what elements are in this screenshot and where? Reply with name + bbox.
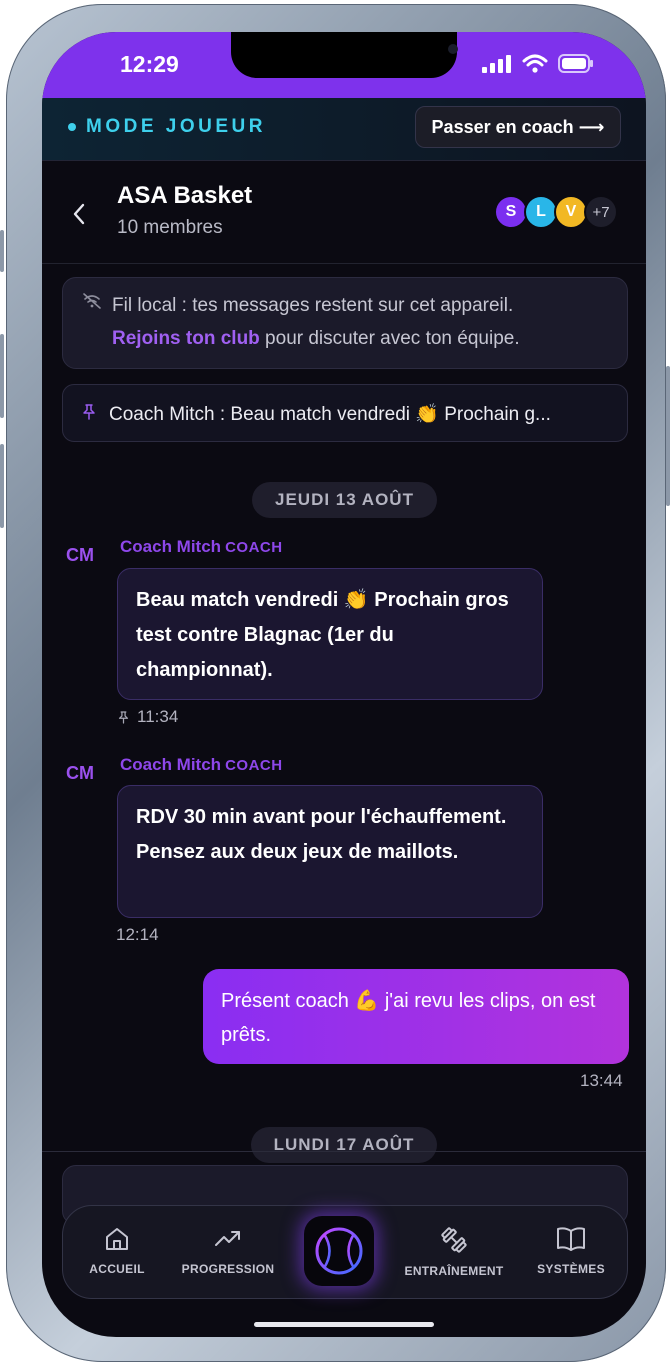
mode-indicator-dot [68,123,76,131]
member-avatars[interactable]: S L V +7 [494,195,618,229]
volume-down-button [0,444,4,528]
sender-name-text: Coach Mitch [120,755,222,774]
sender-initials: CM [66,763,94,783]
volume-up-button [0,334,4,418]
mode-label: MODE JOUEUR [86,116,266,137]
home-icon [106,1228,128,1250]
message-bubble[interactable]: Beau match vendredi 👏 Prochain gros test… [117,568,543,700]
wifi-off-icon [83,293,101,309]
tab-label: ENTRAÎNEMENT [404,1264,504,1278]
tab-entrainement[interactable]: ENTRAÎNEMENT [399,1225,509,1278]
notice-text-line2: Rejoins ton club pour discuter avec ton … [112,328,520,350]
pin-icon [118,710,129,724]
avatar: S [494,195,528,229]
pin-icon [83,404,95,420]
notice-text: Fil local : tes messages restent sur cet… [112,295,514,316]
sender-name: Coach Mitch COACH [120,755,283,775]
center-action-button[interactable] [304,1216,374,1286]
message-time: 11:34 [137,707,179,726]
switch-to-coach-button[interactable]: Passer en coach ⟶ [415,106,621,148]
sender-name-text: Coach Mitch [120,537,222,556]
sender-role-badge: COACH [225,539,283,556]
phone-frame: 12:29 MODE JOUEUR Passer en coach ⟶ ASA … [0,4,670,1362]
group-title: ASA Basket [117,182,253,209]
mute-switch [0,230,4,272]
local-thread-notice [62,277,628,369]
chevron-left-icon [73,203,85,225]
status-icons [482,54,594,73]
tab-accueil[interactable]: ACCUEIL [62,1225,172,1276]
message-meta: 11:34 [118,707,178,727]
wifi-icon [522,54,548,73]
battery-icon [558,54,593,73]
date-separator: JEUDI 13 AOÛT [252,482,437,518]
tab-label: PROGRESSION [181,1262,275,1276]
power-button [666,366,670,506]
notch [231,32,458,78]
tab-progression[interactable]: PROGRESSION [173,1225,283,1276]
basketball-icon [315,1227,363,1275]
sender-name: Coach Mitch COACH [120,537,283,557]
pinned-message-text: Coach Mitch : Beau match vendredi 👏 Proc… [109,404,551,425]
back-button[interactable] [72,200,86,234]
tab-systemes[interactable]: SYSTÈMES [516,1225,626,1276]
tab-label: SYSTÈMES [537,1262,605,1276]
sender-initials: CM [66,545,94,565]
message-bubble[interactable]: RDV 30 min avant pour l'échauffement. Pe… [117,785,543,918]
more-members-badge: +7 [584,195,618,229]
sender-role-badge: COACH [225,757,283,774]
trending-up-icon [215,1231,240,1246]
dumbbell-icon [441,1227,467,1253]
screen: 12:29 MODE JOUEUR Passer en coach ⟶ ASA … [42,32,646,1337]
date-separator: LUNDI 17 AOÛT [251,1127,437,1163]
notice-text-rest: pour discuter avec ton équipe. [259,328,520,349]
avatar: L [524,195,558,229]
member-count: 10 membres [117,217,223,238]
message-time: 13:44 [580,1071,623,1090]
book-icon [557,1227,585,1251]
join-club-link[interactable]: Rejoins ton club [112,328,260,349]
divider [42,1151,646,1152]
signal-icon [482,54,511,73]
outgoing-message-bubble[interactable]: Présent coach 💪 j'ai revu les clips, on … [203,969,629,1064]
message-time: 12:14 [116,925,159,944]
tab-label: ACCUEIL [89,1262,145,1276]
home-indicator [254,1322,434,1327]
camera [448,44,458,54]
avatar: V [554,195,588,229]
message-meta: 12:14 [116,925,159,945]
status-time: 12:29 [120,51,179,77]
